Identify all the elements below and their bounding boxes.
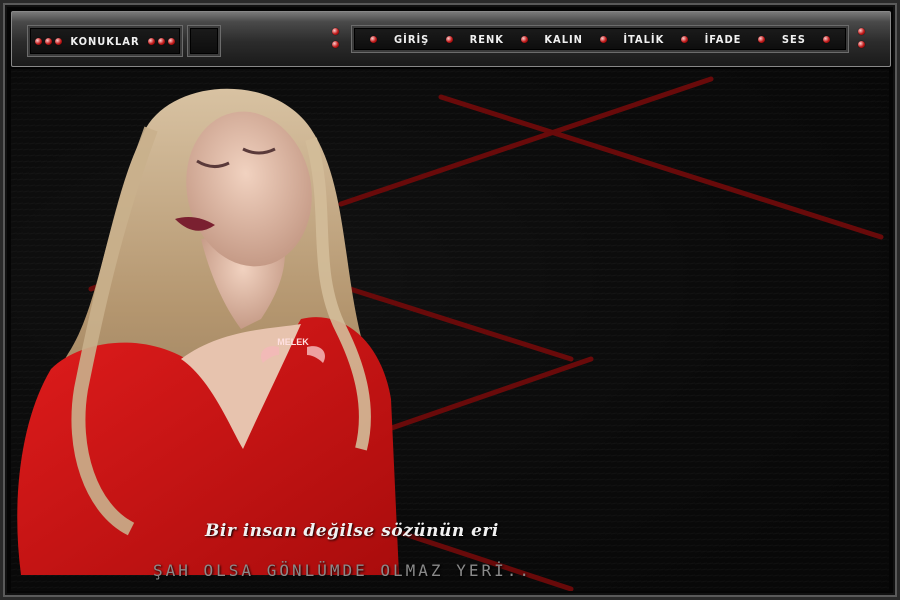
nav-italik[interactable]: İTALİK (623, 33, 664, 46)
decor-dots-nav-left (332, 28, 339, 48)
page-frame: KONUKLAR GİRİŞ RENK KALIN İTALİK İFADE S… (0, 0, 900, 600)
background-stage: MELEK Bir insan değilse sözünün eri ŞAH … (11, 69, 889, 591)
nav-ifade[interactable]: İFADE (705, 33, 742, 46)
melek-badge-text: MELEK (277, 337, 309, 347)
nav-ses[interactable]: SES (782, 33, 806, 46)
square-button[interactable] (188, 26, 220, 56)
woman-portrait-image: MELEK (17, 88, 399, 575)
quote-line-2: ŞAH OLSA GÖNLÜMDE OLMAZ YERİ.. (153, 561, 532, 580)
guests-panel: KONUKLAR (28, 26, 182, 56)
nav-giris[interactable]: GİRİŞ (394, 33, 429, 46)
top-toolbar: KONUKLAR GİRİŞ RENK KALIN İTALİK İFADE S… (11, 11, 891, 67)
decor-dots-nav-right (858, 28, 865, 48)
nav-menu: GİRİŞ RENK KALIN İTALİK İFADE SES (352, 26, 848, 52)
quote-line-1: Bir insan değilse sözünün eri (205, 521, 499, 541)
decor-dots-left (35, 37, 63, 45)
nav-kalin[interactable]: KALIN (544, 33, 583, 46)
decor-dots-right (147, 37, 175, 45)
nav-renk[interactable]: RENK (470, 33, 504, 46)
guests-button[interactable]: KONUKLAR (70, 35, 139, 48)
